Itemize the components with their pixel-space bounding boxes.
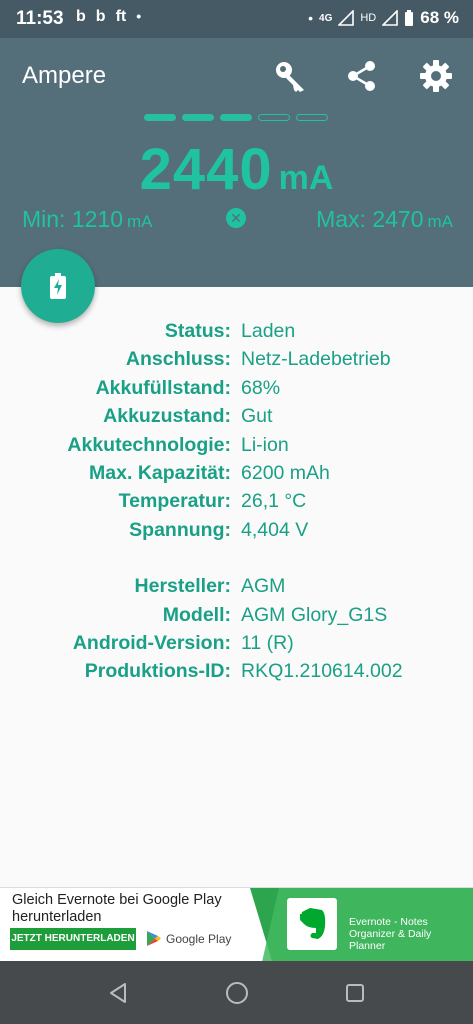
info-value: Gut — [241, 405, 273, 428]
info-row: Modell: AGM Glory_G1S — [0, 602, 473, 630]
google-play-label: Google Play — [166, 931, 232, 946]
info-value: 4,404 V — [241, 518, 309, 541]
level-segment — [144, 114, 176, 121]
info-key: Hersteller: — [134, 575, 231, 598]
info-row: Spannung: 4,404 V — [0, 517, 473, 545]
google-play-icon — [147, 931, 161, 946]
info-row: Status: Laden — [0, 318, 473, 346]
share-icon[interactable] — [342, 56, 382, 96]
ad-app-name: Evernote - Notes Organizer & Daily Plann… — [349, 916, 432, 952]
min-unit: mA — [127, 212, 153, 231]
info-key: Max. Kapazität: — [89, 461, 231, 484]
level-segment — [182, 114, 214, 121]
app-header: Ampere 2440 mA Min: 1210 mA ✕ Max: 2470 … — [0, 38, 473, 287]
battery-icon — [405, 9, 414, 26]
ad-banner[interactable]: Gleich Evernote bei Google Play herunter… — [0, 887, 473, 961]
info-key: Akkuzustand: — [103, 405, 231, 428]
level-segment — [220, 114, 252, 121]
info-value: Laden — [241, 320, 296, 342]
info-row: Temperatur: 26,1 °C — [0, 488, 473, 516]
back-icon[interactable] — [104, 979, 132, 1007]
signal-icon — [338, 10, 355, 26]
home-icon[interactable] — [223, 979, 251, 1007]
info-row: Akkuzustand: Gut — [0, 403, 473, 431]
navigation-bar — [0, 961, 473, 1024]
notification-icon: ft — [115, 8, 127, 25]
hd-label: HD — [360, 12, 377, 24]
network-type: 4G — [319, 12, 333, 24]
key-icon[interactable] — [270, 56, 310, 96]
battery-fab-button[interactable] — [21, 249, 95, 323]
status-time: 11:53 — [16, 8, 64, 29]
reset-minmax-icon[interactable]: ✕ — [226, 208, 246, 228]
info-value: 68% — [241, 376, 281, 399]
info-row: Hersteller: AGM — [0, 573, 473, 601]
info-key: Status: — [164, 320, 231, 342]
info-key: Temperatur: — [118, 490, 231, 513]
signal-icon — [382, 10, 399, 26]
evernote-logo — [287, 898, 337, 950]
notification-icons: b b ft • — [76, 8, 141, 26]
info-row: Produktions-ID: RKQ1.210614.002 — [0, 658, 473, 686]
info-value: AGM Glory_G1S — [241, 603, 388, 626]
current-value: 2440 — [139, 137, 273, 202]
info-key: Akkutechnologie: — [67, 433, 231, 456]
info-value: Netz-Ladebetrieb — [241, 348, 391, 371]
info-row: Anschluss: Netz-Ladebetrieb — [0, 346, 473, 374]
current-unit: mA — [278, 159, 334, 197]
info-key: Produktions-ID: — [84, 660, 231, 683]
info-row: Android-Version: 11 (R) — [0, 630, 473, 658]
info-value: AGM — [241, 575, 286, 598]
app-title: Ampere — [22, 62, 107, 89]
battery-info-list: Status: Laden Anschluss: Netz-Ladebetrieb … — [0, 318, 473, 687]
dot-icon: • — [308, 10, 314, 26]
current-readout: 2440 mA — [0, 136, 473, 203]
gear-icon[interactable] — [416, 56, 456, 96]
info-row: Akkutechnologie: Li-ion — [0, 432, 473, 460]
min-readout: Min: 1210 mA — [22, 206, 153, 233]
info-key: Android-Version: — [72, 631, 231, 654]
info-value: RKQ1.210614.002 — [241, 660, 403, 683]
notification-icon: b — [76, 8, 86, 25]
ad-download-button[interactable]: JETZT HERUNTERLADEN — [10, 928, 136, 950]
max-readout: Max: 2470 mA — [316, 206, 453, 233]
info-row: Akkufüllstand: 68% — [0, 375, 473, 403]
info-key: Modell: — [162, 603, 231, 626]
level-segment — [296, 114, 328, 121]
elephant-icon — [300, 908, 326, 939]
status-bar: 11:53 b b ft • • 4G HD 68 % — [0, 0, 473, 38]
level-segment — [258, 114, 290, 121]
charge-level-indicator — [144, 114, 328, 121]
battery-charging-icon — [50, 273, 66, 299]
info-key: Anschluss: — [125, 348, 231, 371]
notification-dot: • — [136, 8, 142, 24]
battery-percent: 68 % — [420, 8, 459, 27]
google-play-badge[interactable]: Google Play — [146, 930, 231, 947]
min-value: Min: 1210 — [22, 206, 124, 232]
info-value: Li-ion — [241, 433, 289, 456]
info-value: 26,1 °C — [241, 490, 307, 513]
ad-headline: Gleich Evernote bei Google Play herunter… — [12, 892, 222, 925]
notification-icon: b — [95, 8, 106, 25]
info-row: Max. Kapazität: 6200 mAh — [0, 460, 473, 488]
max-value: Max: 2470 — [316, 206, 424, 232]
info-value: 6200 mAh — [241, 461, 330, 484]
system-status: • 4G HD 68 % — [308, 8, 459, 28]
recents-icon[interactable] — [341, 979, 369, 1007]
max-unit: mA — [427, 212, 454, 231]
info-key: Akkufüllstand: — [95, 376, 231, 399]
info-value: 11 (R) — [241, 631, 294, 654]
info-key: Spannung: — [129, 518, 231, 541]
